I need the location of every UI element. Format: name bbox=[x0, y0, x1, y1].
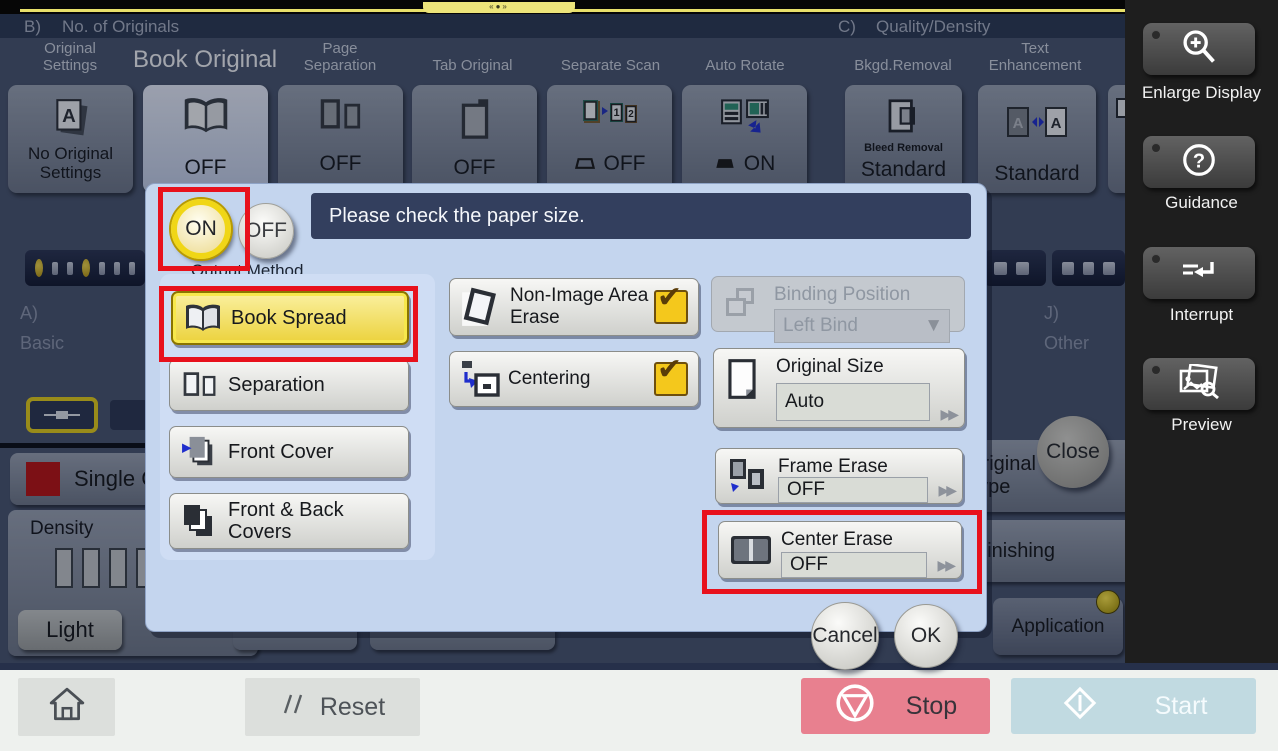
fast-forward-icon: ▶▶ bbox=[938, 482, 954, 499]
stop-button[interactable]: Stop bbox=[801, 678, 990, 734]
panel-handle-icon[interactable]: «●» bbox=[423, 2, 575, 13]
interrupt-label: Interrupt bbox=[1125, 304, 1278, 325]
checkbox-checked-icon: ✔ bbox=[654, 290, 688, 324]
separation-icon bbox=[180, 370, 220, 400]
zoom-in-icon bbox=[1179, 27, 1219, 72]
start-icon bbox=[1060, 683, 1100, 730]
front-back-covers-button[interactable]: Front & Back Covers bbox=[169, 493, 409, 549]
copier-touch-screen: B) No. of Originals C) Quality/Density O… bbox=[0, 0, 1278, 751]
binding-position-button: Binding Position Left Bind ▼ bbox=[711, 276, 965, 332]
question-icon: ? bbox=[1180, 141, 1218, 184]
cancel-button[interactable]: Cancel bbox=[811, 602, 879, 670]
home-button[interactable] bbox=[18, 678, 115, 736]
non-image-area-erase-button[interactable]: Non-Image Area Erase ✔ bbox=[449, 278, 699, 336]
main-panel: B) No. of Originals C) Quality/Density O… bbox=[0, 0, 1125, 663]
enlarge-display-label: Enlarge Display bbox=[1125, 82, 1278, 103]
fast-forward-icon: ▶▶ bbox=[940, 406, 956, 423]
annotation-book-spread bbox=[159, 286, 418, 362]
checkbox-checked-icon: ✔ bbox=[654, 362, 688, 396]
centering-icon bbox=[460, 359, 500, 399]
annotation-on-button bbox=[158, 187, 250, 271]
frame-erase-button[interactable]: Frame Erase OFF ▶▶ bbox=[715, 448, 963, 504]
interrupt-icon bbox=[1179, 258, 1219, 289]
dialog-message: Please check the paper size. bbox=[311, 193, 971, 239]
annotation-center-erase bbox=[702, 510, 982, 594]
stop-icon bbox=[834, 682, 876, 731]
dropdown-arrow-icon: ▼ bbox=[924, 310, 943, 342]
svg-text:?: ? bbox=[1193, 150, 1205, 172]
ok-button[interactable]: OK bbox=[894, 604, 958, 668]
binding-position-icon bbox=[722, 285, 762, 328]
guidance-label: Guidance bbox=[1125, 192, 1278, 213]
preview-icon bbox=[1177, 364, 1221, 405]
reset-icon bbox=[280, 691, 306, 724]
preview-button[interactable] bbox=[1143, 358, 1255, 410]
hard-key-sidebar: Enlarge Display ? Guidance Interrupt Pre… bbox=[1125, 0, 1278, 663]
home-icon bbox=[48, 686, 86, 729]
reset-button[interactable]: Reset bbox=[245, 678, 420, 736]
interrupt-button[interactable] bbox=[1143, 247, 1255, 299]
original-size-button[interactable]: Original Size Auto ▶▶ bbox=[713, 348, 965, 428]
separation-button[interactable]: Separation bbox=[169, 359, 409, 411]
front-cover-button[interactable]: Front Cover bbox=[169, 426, 409, 478]
enlarge-display-button[interactable] bbox=[1143, 23, 1255, 75]
bottom-hard-key-bar: Reset Stop Start bbox=[0, 663, 1278, 751]
preview-label: Preview bbox=[1125, 414, 1278, 435]
original-size-icon bbox=[724, 357, 760, 406]
start-button[interactable]: Start bbox=[1011, 678, 1256, 734]
guidance-button[interactable]: ? bbox=[1143, 136, 1255, 188]
front-cover-icon bbox=[180, 435, 220, 469]
centering-button[interactable]: Centering ✔ bbox=[449, 351, 699, 407]
top-pull-strip: «●» bbox=[0, 0, 1278, 14]
non-image-area-erase-icon bbox=[460, 286, 502, 328]
frame-erase-icon bbox=[726, 457, 770, 498]
front-back-covers-icon bbox=[180, 503, 220, 539]
